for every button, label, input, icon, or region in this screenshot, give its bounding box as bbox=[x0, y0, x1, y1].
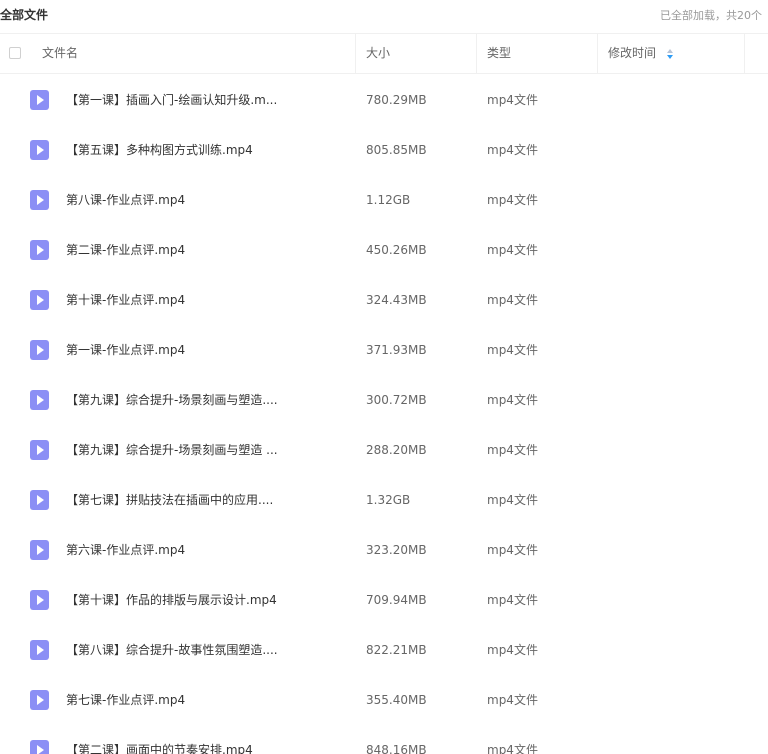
video-file-icon bbox=[30, 190, 49, 210]
file-name[interactable]: 第二课-作业点评.mp4 bbox=[66, 225, 346, 275]
select-all-checkbox[interactable] bbox=[9, 47, 21, 59]
sort-icon[interactable] bbox=[666, 48, 674, 60]
video-file-icon bbox=[30, 340, 49, 360]
file-row[interactable]: 第六课-作业点评.mp4 323.20MB mp4文件 bbox=[0, 525, 768, 575]
file-size: 288.20MB bbox=[366, 443, 427, 457]
column-divider bbox=[744, 34, 745, 73]
load-status: 已全部加载，共20个 bbox=[660, 9, 762, 22]
file-name[interactable]: 第一课-作业点评.mp4 bbox=[66, 325, 346, 375]
video-file-icon bbox=[30, 140, 49, 160]
column-divider[interactable] bbox=[597, 34, 598, 73]
video-file-icon bbox=[30, 690, 49, 710]
column-divider[interactable] bbox=[355, 34, 356, 73]
column-header-size[interactable]: 大小 bbox=[366, 34, 390, 73]
file-name[interactable]: 【第八课】综合提升-故事性氛围塑造.... bbox=[66, 625, 346, 675]
file-type: mp4文件 bbox=[487, 143, 538, 157]
file-row[interactable]: 【第一课】插画入门-绘画认知升级.m... 780.29MB mp4文件 bbox=[0, 75, 768, 125]
sort-up-icon bbox=[667, 49, 673, 53]
file-type: mp4文件 bbox=[487, 543, 538, 557]
file-row[interactable]: 【第八课】综合提升-故事性氛围塑造.... 822.21MB mp4文件 bbox=[0, 625, 768, 675]
file-row[interactable]: 【第十课】作品的排版与展示设计.mp4 709.94MB mp4文件 bbox=[0, 575, 768, 625]
file-type: mp4文件 bbox=[487, 693, 538, 707]
video-file-icon bbox=[30, 390, 49, 410]
file-type: mp4文件 bbox=[487, 393, 538, 407]
file-name[interactable]: 【第二课】画面中的节奏安排.mp4 bbox=[66, 725, 346, 754]
file-row[interactable]: 第七课-作业点评.mp4 355.40MB mp4文件 bbox=[0, 675, 768, 725]
video-file-icon bbox=[30, 90, 49, 110]
video-file-icon bbox=[30, 590, 49, 610]
file-name[interactable]: 【第九课】综合提升-场景刻画与塑造 ... bbox=[66, 425, 346, 475]
file-list-page: 全部文件 已全部加载，共20个 文件名 大小 类型 修改时间 【第一课】插画入门… bbox=[0, 0, 768, 754]
video-file-icon bbox=[30, 640, 49, 660]
file-row[interactable]: 第十课-作业点评.mp4 324.43MB mp4文件 bbox=[0, 275, 768, 325]
file-name[interactable]: 【第十课】作品的排版与展示设计.mp4 bbox=[66, 575, 346, 625]
file-size: 324.43MB bbox=[366, 293, 427, 307]
file-type: mp4文件 bbox=[487, 743, 538, 754]
file-size: 1.12GB bbox=[366, 193, 411, 207]
file-row[interactable]: 【第二课】画面中的节奏安排.mp4 848.16MB mp4文件 bbox=[0, 725, 768, 754]
file-size: 371.93MB bbox=[366, 343, 427, 357]
video-file-icon bbox=[30, 290, 49, 310]
video-file-icon bbox=[30, 240, 49, 260]
file-size: 323.20MB bbox=[366, 543, 427, 557]
column-divider[interactable] bbox=[476, 34, 477, 73]
file-type: mp4文件 bbox=[487, 493, 538, 507]
file-name[interactable]: 【第七课】拼贴技法在插画中的应用.... bbox=[66, 475, 346, 525]
table-header: 文件名 大小 类型 修改时间 bbox=[0, 33, 768, 74]
video-file-icon bbox=[30, 440, 49, 460]
file-list: 【第一课】插画入门-绘画认知升级.m... 780.29MB mp4文件 【第五… bbox=[0, 75, 768, 754]
file-name[interactable]: 第十课-作业点评.mp4 bbox=[66, 275, 346, 325]
file-row[interactable]: 第一课-作业点评.mp4 371.93MB mp4文件 bbox=[0, 325, 768, 375]
column-header-type[interactable]: 类型 bbox=[487, 34, 511, 73]
file-type: mp4文件 bbox=[487, 443, 538, 457]
file-type: mp4文件 bbox=[487, 93, 538, 107]
file-type: mp4文件 bbox=[487, 593, 538, 607]
file-size: 822.21MB bbox=[366, 643, 427, 657]
file-name[interactable]: 第八课-作业点评.mp4 bbox=[66, 175, 346, 225]
file-name[interactable]: 第六课-作业点评.mp4 bbox=[66, 525, 346, 575]
file-size: 300.72MB bbox=[366, 393, 427, 407]
page-title: 全部文件 bbox=[0, 8, 49, 22]
file-type: mp4文件 bbox=[487, 193, 538, 207]
file-name[interactable]: 【第五课】多种构图方式训练.mp4 bbox=[66, 125, 346, 175]
file-size: 355.40MB bbox=[366, 693, 427, 707]
file-row[interactable]: 【第九课】综合提升-场景刻画与塑造 ... 288.20MB mp4文件 bbox=[0, 425, 768, 475]
column-header-modified[interactable]: 修改时间 bbox=[608, 34, 656, 73]
file-type: mp4文件 bbox=[487, 293, 538, 307]
video-file-icon bbox=[30, 540, 49, 560]
video-file-icon bbox=[30, 490, 49, 510]
file-size: 780.29MB bbox=[366, 93, 427, 107]
file-row[interactable]: 【第五课】多种构图方式训练.mp4 805.85MB mp4文件 bbox=[0, 125, 768, 175]
file-size: 848.16MB bbox=[366, 743, 427, 754]
file-row[interactable]: 第二课-作业点评.mp4 450.26MB mp4文件 bbox=[0, 225, 768, 275]
file-size: 1.32GB bbox=[366, 493, 411, 507]
file-size: 450.26MB bbox=[366, 243, 427, 257]
file-row[interactable]: 【第九课】综合提升-场景刻画与塑造.... 300.72MB mp4文件 bbox=[0, 375, 768, 425]
file-name[interactable]: 第七课-作业点评.mp4 bbox=[66, 675, 346, 725]
file-size: 709.94MB bbox=[366, 593, 427, 607]
file-type: mp4文件 bbox=[487, 243, 538, 257]
file-name[interactable]: 【第九课】综合提升-场景刻画与塑造.... bbox=[66, 375, 346, 425]
column-header-name[interactable]: 文件名 bbox=[42, 34, 78, 73]
video-file-icon bbox=[30, 740, 49, 754]
file-row[interactable]: 【第七课】拼贴技法在插画中的应用.... 1.32GB mp4文件 bbox=[0, 475, 768, 525]
file-type: mp4文件 bbox=[487, 343, 538, 357]
file-name[interactable]: 【第一课】插画入门-绘画认知升级.m... bbox=[66, 75, 346, 125]
file-size: 805.85MB bbox=[366, 143, 427, 157]
sort-down-icon bbox=[667, 55, 673, 59]
top-bar: 全部文件 已全部加载，共20个 bbox=[0, 0, 768, 28]
file-row[interactable]: 第八课-作业点评.mp4 1.12GB mp4文件 bbox=[0, 175, 768, 225]
file-type: mp4文件 bbox=[487, 643, 538, 657]
